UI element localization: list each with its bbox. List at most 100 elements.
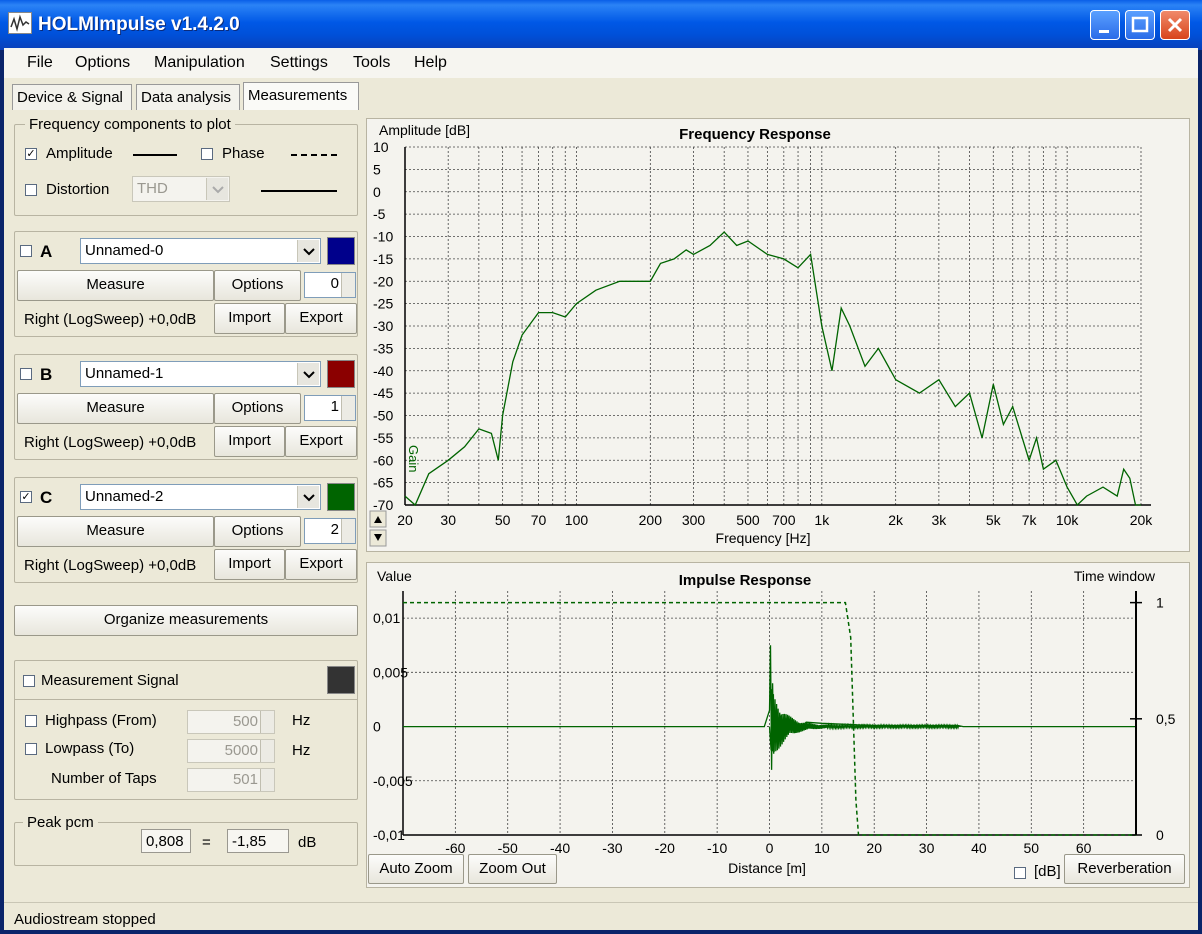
menu-tools[interactable]: Tools [353, 54, 390, 72]
measurement-a-info: Right (LogSweep) +0,0dB [24, 311, 197, 328]
x-tick-label: 70 [531, 512, 547, 528]
x-tick-label: 300 [682, 512, 706, 528]
measurement-b-letter: B [40, 365, 53, 384]
minimize-button[interactable] [1090, 10, 1120, 40]
import-b-button[interactable]: Import [214, 426, 285, 457]
x-tick-label: 700 [772, 512, 796, 528]
measurement-b-color[interactable] [327, 360, 355, 388]
y-tick-label: -20 [373, 273, 393, 289]
tab-data-analysis[interactable]: Data analysis [136, 84, 240, 110]
options-a-button[interactable]: Options [214, 270, 301, 301]
measure-a-button[interactable]: Measure [17, 270, 214, 301]
y2-tick-label: 0,5 [1156, 711, 1176, 727]
options-b-button[interactable]: Options [214, 393, 301, 424]
menu-help[interactable]: Help [414, 54, 447, 72]
measurement-a-color[interactable] [327, 237, 355, 265]
highpass-checkbox[interactable] [25, 715, 37, 727]
y-tick-label: -60 [373, 452, 393, 468]
y-tick-label: -40 [373, 363, 393, 379]
highpass-input[interactable]: 500 [187, 710, 275, 734]
client-area: File Options Manipulation Settings Tools… [4, 48, 1198, 930]
window-title: HOLMImpulse v1.4.2.0 [38, 14, 240, 35]
measurement-c-select[interactable]: Unnamed-2 [80, 484, 321, 510]
amplitude-axis-label: Amplitude [dB] [379, 122, 470, 138]
measurement-b-checkbox[interactable] [20, 368, 32, 380]
measurement-a-select[interactable]: Unnamed-0 [80, 238, 321, 264]
x-tick-label: 40 [971, 840, 987, 856]
maximize-button[interactable] [1125, 10, 1155, 40]
import-a-button[interactable]: Import [214, 303, 285, 334]
organize-measurements-button[interactable]: Organize measurements [14, 605, 358, 636]
x-tick-label: 5k [986, 512, 1002, 528]
zoom-out-button[interactable]: Zoom Out [468, 854, 557, 884]
export-c-button[interactable]: Export [285, 549, 357, 580]
y-tick-label: -35 [373, 340, 393, 356]
plot-background [367, 119, 1189, 551]
impulse-response-chart[interactable]: Value Impulse Response Time window Dista… [367, 563, 1189, 887]
tab-device-signal[interactable]: Device & Signal [12, 84, 132, 110]
export-a-button[interactable]: Export [285, 303, 357, 334]
measurement-group-a: A Unnamed-0 Measure Options 0 Right (Log… [14, 231, 358, 337]
tab-measurements[interactable]: Measurements [243, 82, 359, 110]
distortion-select[interactable]: THD [132, 176, 230, 202]
measurement-b-name: Unnamed-1 [85, 365, 164, 382]
title-bar[interactable]: HOLMImpulse v1.4.2.0 [0, 0, 1202, 50]
signal-divider [15, 699, 357, 700]
taps-input[interactable]: 501 [187, 768, 275, 792]
lowpass-checkbox[interactable] [25, 743, 37, 755]
phase-line-sample [291, 154, 337, 156]
y-tick-label: 0,005 [373, 664, 408, 680]
measurement-group-c: ✓ C Unnamed-2 Measure Options 2 Right (L… [14, 477, 358, 583]
measurement-a-index[interactable]: 0 [304, 272, 356, 298]
y-tick-label: -5 [373, 206, 386, 222]
measurement-c-index[interactable]: 2 [304, 518, 356, 544]
x-tick-label: 50 [1023, 840, 1039, 856]
amplitude-checkbox[interactable]: ✓ [25, 148, 37, 160]
measurement-a-checkbox[interactable] [20, 245, 32, 257]
frequency-response-chart[interactable]: Amplitude [dB] Frequency Response Freque… [367, 119, 1189, 551]
distortion-line-sample [261, 190, 337, 192]
measurement-group-b: B Unnamed-1 Measure Options 1 Right (Log… [14, 354, 358, 460]
options-c-button[interactable]: Options [214, 516, 301, 547]
measure-c-button[interactable]: Measure [17, 516, 214, 547]
app-icon [8, 12, 32, 34]
menu-manipulation[interactable]: Manipulation [154, 54, 245, 72]
measurement-signal-checkbox[interactable] [23, 675, 35, 687]
reverberation-button[interactable]: Reverberation [1064, 854, 1185, 884]
menu-file[interactable]: File [27, 54, 53, 72]
measurement-c-color[interactable] [327, 483, 355, 511]
measurement-signal-label: Measurement Signal [41, 672, 179, 689]
chevron-down-icon [206, 178, 228, 200]
measurement-c-name: Unnamed-2 [85, 488, 164, 505]
frequency-response-title: Frequency Response [679, 126, 831, 143]
y-tick-label: -0,01 [373, 827, 405, 843]
lowpass-input[interactable]: 5000 [187, 739, 275, 763]
peak-equals: = [202, 834, 211, 851]
scroll-down-button[interactable] [369, 529, 387, 547]
export-b-button[interactable]: Export [285, 426, 357, 457]
auto-zoom-button[interactable]: Auto Zoom [368, 854, 464, 884]
measurement-b-index[interactable]: 1 [304, 395, 356, 421]
y-tick-label: -10 [373, 229, 393, 245]
measurement-signal-color[interactable] [327, 666, 355, 694]
x-tick-label: 3k [931, 512, 947, 528]
import-c-button[interactable]: Import [214, 549, 285, 580]
measurement-c-letter: C [40, 488, 53, 507]
measure-b-button[interactable]: Measure [17, 393, 214, 424]
distortion-checkbox[interactable] [25, 184, 37, 196]
scroll-up-button[interactable] [369, 510, 387, 528]
x-tick-label: 200 [639, 512, 663, 528]
close-button[interactable] [1160, 10, 1190, 40]
status-bar: Audiostream stopped [4, 902, 1198, 930]
db-checkbox[interactable] [1014, 867, 1026, 879]
menu-options[interactable]: Options [75, 54, 130, 72]
highpass-label: Highpass (From) [45, 712, 157, 729]
y-tick-label: -45 [373, 385, 393, 401]
phase-checkbox[interactable] [201, 148, 213, 160]
measurement-b-select[interactable]: Unnamed-1 [80, 361, 321, 387]
x-tick-label: 30 [919, 840, 935, 856]
menu-settings[interactable]: Settings [270, 54, 328, 72]
measurement-c-checkbox[interactable]: ✓ [20, 491, 32, 503]
time-window-axis-label: Time window [1074, 568, 1156, 584]
chevron-down-icon [297, 486, 319, 508]
